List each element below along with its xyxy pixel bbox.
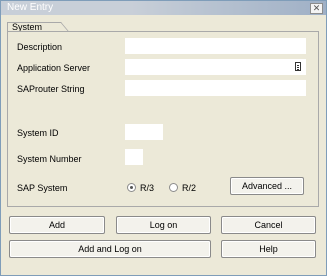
r2-radio-label[interactable]: R/2 bbox=[182, 183, 196, 194]
r2-radio[interactable] bbox=[169, 183, 178, 192]
saprouter-string-field[interactable] bbox=[125, 80, 306, 96]
log-on-button[interactable]: Log on bbox=[116, 216, 211, 234]
add-and-log-on-button[interactable]: Add and Log on bbox=[9, 240, 211, 258]
description-label: Description bbox=[17, 42, 63, 52]
new-entry-dialog: New Entry ✕ System Description Applicati… bbox=[0, 0, 327, 276]
saprouter-string-label: SAProuter String bbox=[17, 84, 85, 94]
r3-radio[interactable] bbox=[127, 183, 136, 192]
application-server-field[interactable] bbox=[125, 59, 306, 75]
value-help-icon[interactable] bbox=[295, 62, 301, 71]
cancel-button[interactable]: Cancel bbox=[221, 216, 316, 234]
system-number-label: System Number bbox=[17, 154, 82, 164]
title-bar[interactable]: New Entry ✕ bbox=[1, 1, 326, 15]
description-field[interactable] bbox=[125, 38, 306, 54]
add-button[interactable]: Add bbox=[9, 216, 105, 234]
sap-system-label: SAP System bbox=[17, 183, 68, 193]
window-title: New Entry bbox=[7, 2, 54, 13]
advanced-button[interactable]: Advanced ... bbox=[230, 177, 304, 195]
system-id-field[interactable] bbox=[125, 124, 163, 140]
r3-radio-label[interactable]: R/3 bbox=[140, 183, 154, 194]
application-server-label: Application Server bbox=[17, 63, 91, 73]
help-button[interactable]: Help bbox=[221, 240, 316, 258]
system-number-field[interactable] bbox=[125, 149, 143, 165]
system-id-label: System ID bbox=[17, 128, 59, 138]
close-icon[interactable]: ✕ bbox=[310, 3, 323, 14]
